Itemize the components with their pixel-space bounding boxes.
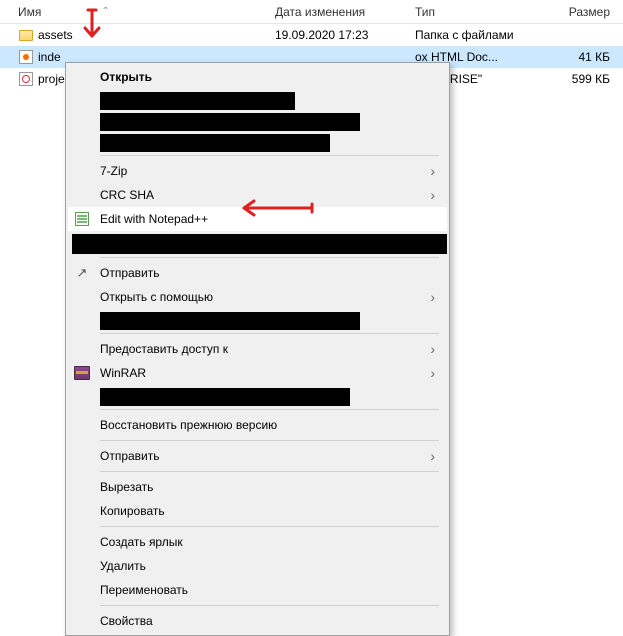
menu-separator — [100, 257, 439, 258]
submenu-arrow-icon: › — [430, 365, 435, 381]
menu-delete[interactable]: Удалить — [68, 554, 447, 578]
redacted-item — [100, 388, 350, 406]
menu-label: Открыть с помощью — [100, 290, 430, 304]
menu-label: CRC SHA — [100, 188, 430, 202]
menu-label: Восстановить прежнюю версию — [100, 418, 439, 432]
menu-separator — [100, 605, 439, 606]
menu-label: WinRAR — [100, 366, 430, 380]
submenu-arrow-icon: › — [430, 341, 435, 357]
menu-separator — [100, 155, 439, 156]
menu-rename[interactable]: Переименовать — [68, 578, 447, 602]
menu-grant-access[interactable]: Предоставить доступ к › — [68, 337, 447, 361]
file-name: inde — [38, 50, 61, 64]
file-size: 41 КБ — [545, 50, 620, 64]
redacted-item — [100, 312, 360, 330]
menu-label: 7-Zip — [100, 164, 430, 178]
file-name: proje — [38, 72, 65, 86]
menu-edit-notepadpp[interactable]: Edit with Notepad++ — [68, 207, 447, 231]
menu-separator — [100, 471, 439, 472]
winrar-icon — [72, 363, 92, 383]
menu-label: Отправить — [100, 266, 439, 280]
menu-open[interactable]: Открыть — [68, 65, 447, 89]
redacted-item — [100, 92, 295, 110]
menu-winrar[interactable]: WinRAR › — [68, 361, 447, 385]
menu-label: Копировать — [100, 504, 439, 518]
menu-restore-version[interactable]: Восстановить прежнюю версию — [68, 413, 447, 437]
menu-label: Отправить — [100, 449, 430, 463]
submenu-arrow-icon: › — [430, 187, 435, 203]
submenu-arrow-icon: › — [430, 289, 435, 305]
redacted-item — [100, 113, 360, 131]
menu-label: Edit with Notepad++ — [100, 212, 439, 226]
menu-7zip[interactable]: 7-Zip › — [68, 159, 447, 183]
sort-indicator-icon: ⌃ — [101, 6, 109, 17]
menu-label: Предоставить доступ к — [100, 342, 430, 356]
share-icon — [72, 263, 92, 283]
menu-send[interactable]: Отправить — [68, 261, 447, 285]
menu-open-with[interactable]: Открыть с помощью › — [68, 285, 447, 309]
file-name: assets — [38, 28, 73, 42]
menu-separator — [100, 526, 439, 527]
menu-separator — [100, 409, 439, 410]
file-date: 19.09.2020 17:23 — [275, 28, 415, 42]
menu-label: Создать ярлык — [100, 535, 439, 549]
column-name[interactable]: Имя ⌃ — [0, 5, 275, 19]
column-date[interactable]: Дата изменения — [275, 5, 415, 19]
submenu-arrow-icon: › — [430, 448, 435, 464]
menu-label: Открыть — [100, 70, 439, 84]
menu-crcsha[interactable]: CRC SHA › — [68, 183, 447, 207]
menu-separator — [100, 440, 439, 441]
menu-send-to[interactable]: Отправить › — [68, 444, 447, 468]
menu-label: Переименовать — [100, 583, 439, 597]
file-row-folder[interactable]: assets 19.09.2020 17:23 Папка с файлами — [0, 24, 623, 46]
menu-copy[interactable]: Копировать — [68, 499, 447, 523]
file-size: 599 КБ — [545, 72, 620, 86]
menu-create-shortcut[interactable]: Создать ярлык — [68, 530, 447, 554]
menu-label: Удалить — [100, 559, 439, 573]
html-file-icon — [18, 49, 34, 65]
menu-cut[interactable]: Вырезать — [68, 475, 447, 499]
column-header-row: Имя ⌃ Дата изменения Тип Размер — [0, 0, 623, 24]
menu-separator — [100, 333, 439, 334]
folder-icon — [18, 27, 34, 43]
file-type: Папка с файлами — [415, 28, 545, 42]
mobirise-file-icon — [18, 71, 34, 87]
menu-label: Вырезать — [100, 480, 439, 494]
menu-label: Свойства — [100, 614, 439, 628]
context-menu: Открыть 7-Zip › CRC SHA › Edit with Note… — [65, 62, 450, 636]
column-type[interactable]: Тип — [415, 5, 545, 19]
submenu-arrow-icon: › — [430, 163, 435, 179]
redacted-item — [72, 234, 447, 254]
menu-properties[interactable]: Свойства — [68, 609, 447, 633]
redacted-item — [100, 134, 330, 152]
column-name-label: Имя — [18, 5, 41, 19]
notepadpp-icon — [72, 209, 92, 229]
column-size[interactable]: Размер — [545, 5, 620, 19]
